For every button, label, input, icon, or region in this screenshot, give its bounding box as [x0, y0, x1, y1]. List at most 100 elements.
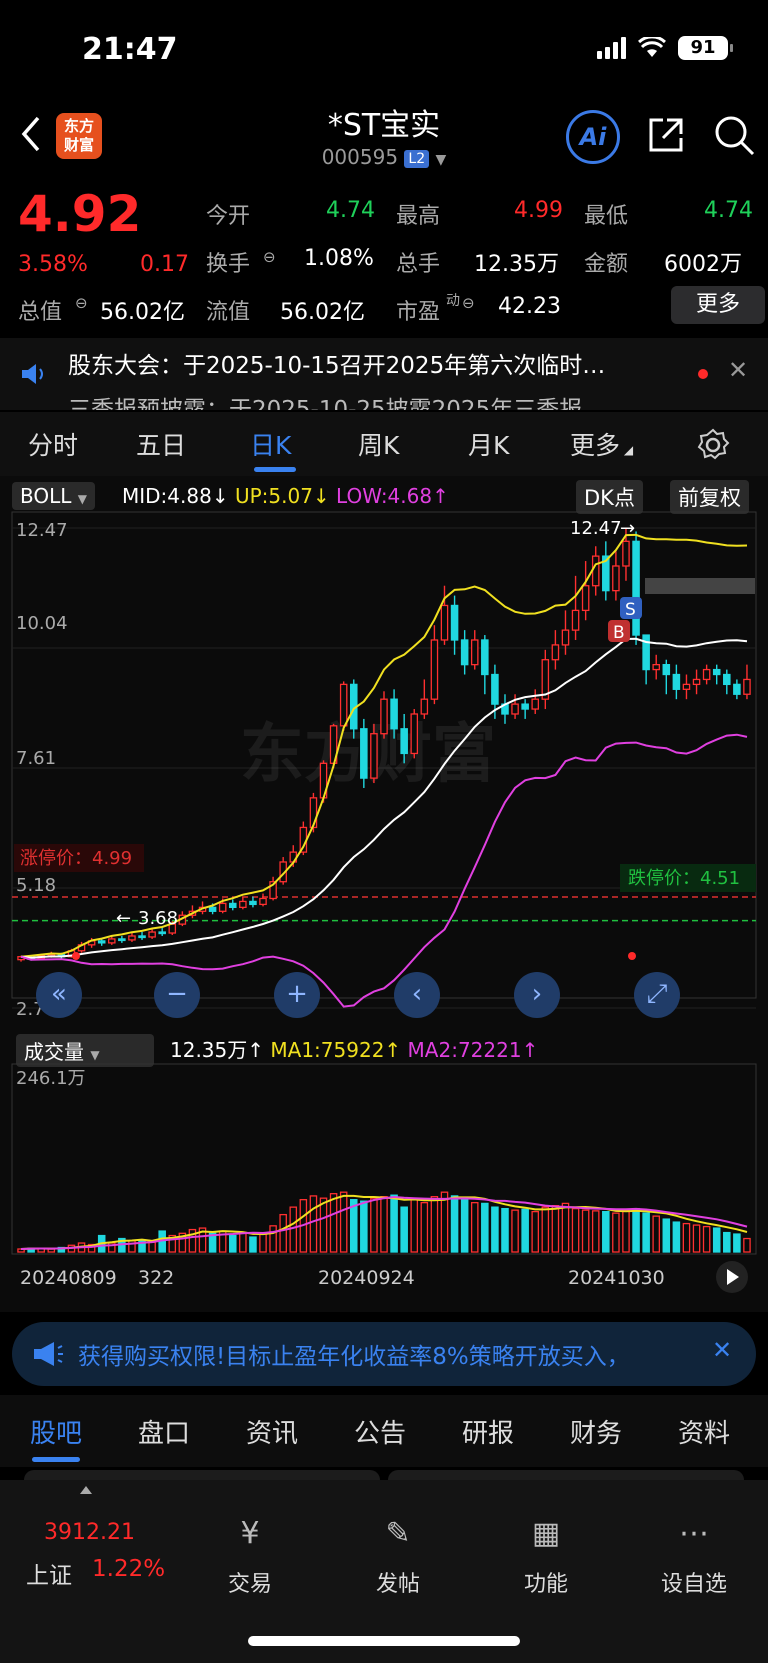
float-label: 流值 [206, 300, 251, 325]
volume-bar [239, 1231, 247, 1253]
expand-up-icon[interactable] [80, 1486, 92, 1494]
volume-bar [702, 1225, 711, 1253]
watermark: 东方财富 [240, 718, 496, 792]
trade-label: 交易 [227, 1572, 272, 1597]
volume-bar [430, 1196, 439, 1253]
chevron-down-icon: ▼ [435, 152, 447, 168]
amount-label: 金额 [584, 252, 629, 277]
candle-body [672, 673, 681, 690]
limit-down-label: 跌停价：4.51 [628, 868, 740, 889]
min-arrow-icon: ← [116, 908, 131, 929]
more-button[interactable]: 更多 [671, 286, 765, 324]
candle-body [410, 713, 419, 755]
tab-pankou[interactable]: 盘口 [138, 1413, 190, 1450]
candle-body [652, 663, 660, 671]
zoom-in-button[interactable]: + [274, 972, 320, 1018]
candle-body [228, 902, 237, 909]
grid-icon: ▦ [531, 1516, 561, 1551]
volume-value: 12.35万 [474, 252, 559, 277]
close-icon[interactable]: ✕ [728, 356, 748, 384]
functions-button[interactable]: ▦ 功能 [486, 1512, 606, 1598]
info-icon[interactable]: ⊖ [75, 294, 88, 312]
volume-bar [450, 1195, 459, 1253]
scroll-right-button[interactable]: › [514, 972, 560, 1018]
close-icon[interactable]: ✕ [712, 1336, 732, 1364]
candle-body [108, 938, 116, 944]
mktcap-value: 56.02亿 [100, 300, 185, 325]
volume-bar [632, 1207, 640, 1253]
volume-values: 12.35万↑ MA1:75922↑ MA2:72221↑ [170, 1034, 538, 1063]
trade-button[interactable]: ¥ 交易 [190, 1512, 310, 1598]
candle-body [571, 609, 580, 631]
info-icon[interactable]: ⊖ [462, 294, 475, 312]
candle-body [360, 728, 368, 779]
watchlist-label: 设自选 [660, 1572, 727, 1597]
volume-bar [360, 1200, 368, 1253]
volume-bar [400, 1206, 408, 1253]
expand-icon[interactable]: ⤢ [634, 972, 680, 1018]
promo-banner[interactable]: 获得购买权限!目标止盈年化收益率8%策略开放买入， ✕ [12, 1322, 756, 1386]
candle-body [138, 935, 146, 939]
volume-bar [743, 1237, 751, 1253]
index-name: 上证 [26, 1563, 72, 1589]
tab-intraday[interactable]: 分时 [28, 426, 78, 462]
tab-profile[interactable]: 资料 [678, 1413, 730, 1450]
tab-weekly-k[interactable]: 周K [358, 426, 399, 462]
volume-bar [249, 1236, 257, 1253]
volume-bar [723, 1231, 731, 1253]
candle-body [743, 678, 751, 695]
content-tabs: 股吧 盘口 资讯 公告 研报 财务 资料 [0, 1395, 768, 1467]
candlestick-chart[interactable]: 东方财富 12.47 10.04 7.61 5.18 2.74 涨停价：4.99… [0, 476, 768, 1036]
settings-icon[interactable] [696, 428, 730, 462]
candle-body [239, 900, 247, 909]
notice-bar[interactable]: 股东大会：于2025-10-15召开2025年第六次临时… 三季报预披露：于20… [0, 338, 768, 410]
candle-body [481, 639, 489, 676]
tab-monthly-k[interactable]: 月K [468, 426, 509, 462]
tab-finance[interactable]: 财务 [570, 1413, 622, 1450]
volume-bar [279, 1213, 287, 1253]
volume-bar [712, 1227, 721, 1253]
volume-chart[interactable]: 246.1万 20240809 322 20240924 20241030 [0, 1062, 768, 1312]
candle-body [551, 644, 560, 661]
post-button[interactable]: ✎ 发帖 [338, 1512, 458, 1598]
candle-body [460, 639, 469, 666]
share-icon[interactable] [646, 115, 686, 155]
change-value: 0.17 [140, 252, 189, 277]
scroll-left-fast-button[interactable]: « [36, 972, 82, 1018]
price-ticks: 12.47 10.04 7.61 5.18 2.74 [16, 520, 68, 1020]
tab-5day[interactable]: 五日 [136, 426, 186, 462]
event-dot [72, 952, 80, 960]
candle-body [622, 540, 630, 567]
search-icon[interactable] [712, 113, 756, 157]
min-price-label: 3.68 [138, 908, 178, 929]
tab-guba[interactable]: 股吧 [30, 1413, 82, 1450]
candle-body [380, 698, 388, 735]
volume-current: 12.35万 [170, 1038, 248, 1062]
stock-code: 000595 [321, 145, 399, 169]
open-label: 今开 [206, 204, 251, 229]
candle-body [712, 668, 721, 676]
scroll-left-button[interactable]: ‹ [394, 972, 440, 1018]
info-icon[interactable]: ⊖ [263, 248, 276, 266]
ai-button[interactable]: Ai [566, 110, 620, 164]
tab-news[interactable]: 资讯 [246, 1413, 298, 1450]
watchlist-button[interactable]: ⋯ 设自选 [634, 1512, 754, 1598]
index-change: 1.22% [92, 1556, 166, 1582]
arrow-up-icon: ↑ [521, 1038, 539, 1062]
zoom-out-button[interactable]: − [154, 972, 200, 1018]
candle-body [702, 668, 711, 681]
post-label: 发帖 [375, 1572, 420, 1597]
volume-bar [733, 1233, 741, 1253]
signal-icon [597, 37, 626, 59]
tab-daily-k[interactable]: 日K [250, 426, 291, 462]
volume-bar [380, 1196, 388, 1253]
low-value: 4.74 [704, 198, 753, 223]
volume-bar [339, 1191, 348, 1253]
volume-bar [672, 1221, 681, 1253]
notice-line-2: 三季报预披露：于2025-10-25披露2025年三季报 [68, 397, 583, 410]
tab-research[interactable]: 研报 [462, 1413, 514, 1450]
tab-announcements[interactable]: 公告 [354, 1413, 406, 1450]
candle-body [561, 629, 570, 646]
volume-bar [622, 1209, 630, 1253]
tab-more[interactable]: 更多 ◢ [570, 426, 633, 462]
